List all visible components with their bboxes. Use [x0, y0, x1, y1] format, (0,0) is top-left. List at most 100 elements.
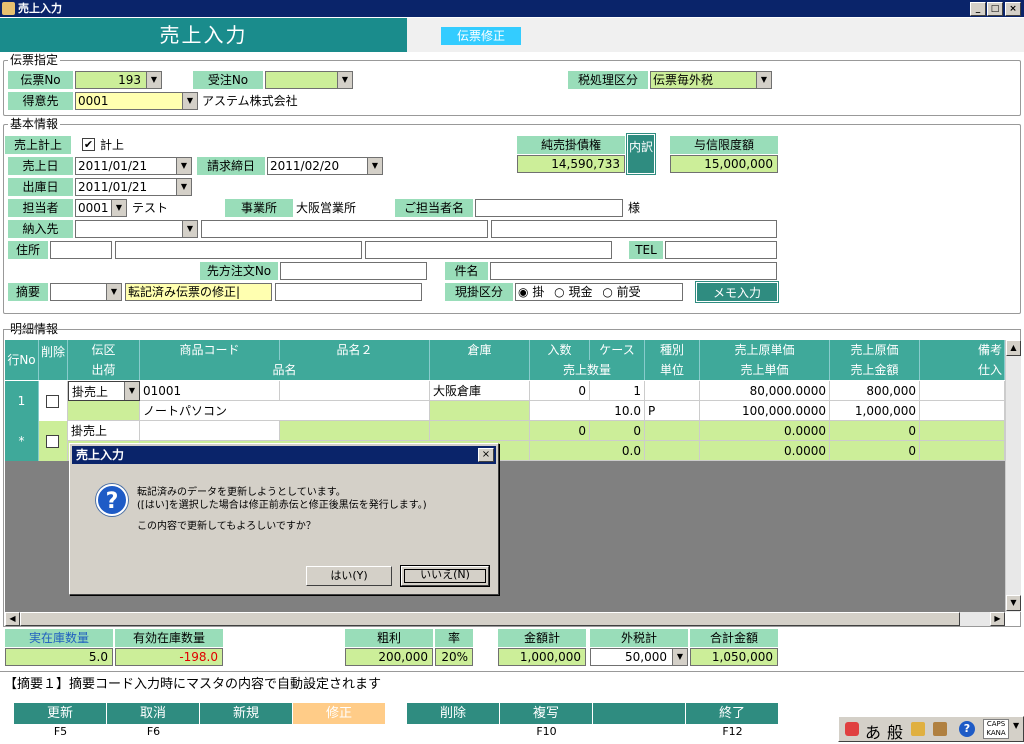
fkey-delete-button[interactable]: 削除: [407, 703, 500, 724]
zip-input[interactable]: [50, 241, 112, 259]
row-new-irisu[interactable]: 0: [530, 421, 590, 441]
row1-denku-select[interactable]: 掛売上 ▼: [68, 381, 140, 401]
chevron-down-icon[interactable]: ▼: [176, 158, 191, 174]
scroll-left-icon[interactable]: ◀: [5, 612, 20, 626]
fkey-new-button[interactable]: 新規: [200, 703, 293, 724]
dialog-close-icon[interactable]: ×: [478, 448, 494, 462]
dialog-no-button[interactable]: いいえ(N): [401, 566, 489, 586]
row-new-soko[interactable]: [430, 421, 530, 441]
ime-logo-icon[interactable]: [845, 722, 859, 736]
scroll-down-icon[interactable]: ▼: [1006, 595, 1021, 611]
ime-mode-general[interactable]: 般: [887, 719, 903, 743]
chevron-down-icon[interactable]: ▼: [367, 158, 382, 174]
row1-irisu[interactable]: 0: [530, 381, 590, 401]
row-new-delete-checkbox[interactable]: [46, 435, 59, 448]
row1-case[interactable]: 1: [590, 381, 645, 401]
fkey-blank-button[interactable]: [593, 703, 686, 724]
minimize-button[interactable]: _: [970, 2, 986, 16]
row1-soko[interactable]: 大阪倉庫: [430, 381, 530, 401]
chevron-down-icon[interactable]: ▼: [672, 649, 687, 665]
ime-tool-icon[interactable]: [933, 722, 947, 736]
row-new-tanka[interactable]: 0.0000: [700, 441, 830, 461]
tax-select[interactable]: 伝票毎外税 ▼: [650, 71, 772, 89]
tekiyo2-input[interactable]: [275, 283, 422, 301]
row-new-genka[interactable]: 0: [830, 421, 920, 441]
nonyu-name-input[interactable]: [201, 220, 488, 238]
denpyo-no-select[interactable]: 193 ▼: [75, 71, 162, 89]
row1-genka[interactable]: 800,000: [830, 381, 920, 401]
seikyu-date-input[interactable]: 2011/02/20 ▼: [267, 157, 383, 175]
row1-name[interactable]: ノートパソコン: [140, 401, 430, 421]
sakikata-input[interactable]: [280, 262, 427, 280]
row-new-shiire[interactable]: [920, 441, 1005, 461]
row-new-kingaku[interactable]: 0: [830, 441, 920, 461]
chevron-down-icon[interactable]: ▼: [146, 72, 161, 88]
scroll-right-icon[interactable]: ▶: [990, 612, 1005, 626]
chevron-down-icon[interactable]: ▼: [182, 221, 197, 237]
row-new-biko[interactable]: [920, 421, 1005, 441]
maximize-button[interactable]: □: [987, 2, 1003, 16]
fkey-copy-button[interactable]: 複写: [500, 703, 593, 724]
shukko-date-input[interactable]: 2011/01/21 ▼: [75, 178, 192, 196]
row1-shubetsu[interactable]: [645, 381, 700, 401]
row-new-qty[interactable]: 0.0: [530, 441, 645, 461]
memo-button[interactable]: メモ入力: [695, 281, 779, 303]
row-new-genka-tanka[interactable]: 0.0000: [700, 421, 830, 441]
nonyu-name2-input[interactable]: [491, 220, 777, 238]
row-new-denku[interactable]: 掛売上: [68, 421, 140, 441]
zei-select[interactable]: 50,000 ▼: [590, 648, 688, 666]
juchu-no-select[interactable]: ▼: [265, 71, 353, 89]
radio-genkin-icon[interactable]: ○: [554, 285, 564, 299]
fkey-cancel-button[interactable]: 取消: [107, 703, 200, 724]
ime-options-icon[interactable]: ▼: [1013, 721, 1019, 730]
ime-help-icon[interactable]: ?: [959, 721, 975, 737]
dialog-yes-button[interactable]: はい(Y): [306, 566, 392, 586]
chevron-down-icon[interactable]: ▼: [182, 93, 197, 109]
scroll-up-icon[interactable]: ▲: [1006, 340, 1021, 356]
tekiyo-select[interactable]: ▼: [50, 283, 122, 301]
row-new-case[interactable]: 0: [590, 421, 645, 441]
close-button[interactable]: ×: [1005, 2, 1021, 16]
row-new-name2[interactable]: [280, 421, 430, 441]
customer-code-select[interactable]: 0001 ▼: [75, 92, 198, 110]
row1-shiire[interactable]: [920, 401, 1005, 421]
chevron-down-icon[interactable]: ▼: [111, 200, 126, 216]
address1-input[interactable]: [115, 241, 362, 259]
fkey-exit-button[interactable]: 終了: [686, 703, 779, 724]
radio-kake-icon[interactable]: ◉: [518, 285, 528, 299]
tel-input[interactable]: [665, 241, 777, 259]
ime-mode-hiragana[interactable]: あ: [865, 719, 881, 743]
gotanto-input[interactable]: [475, 199, 623, 217]
fkey-update-button[interactable]: 更新: [14, 703, 107, 724]
row1-genka-tanka[interactable]: 80,000.0000: [700, 381, 830, 401]
row1-delete-checkbox[interactable]: [46, 395, 59, 408]
row-new-shubetsu[interactable]: [645, 421, 700, 441]
row1-biko[interactable]: [920, 381, 1005, 401]
scroll-thumb[interactable]: [20, 612, 960, 626]
tanto-select[interactable]: 0001 ▼: [75, 199, 127, 217]
tekiyo-input[interactable]: 転記済み伝票の修正|: [125, 283, 272, 301]
fkey-edit-button[interactable]: 修正: [293, 703, 386, 724]
radio-maeuke-icon[interactable]: ○: [602, 285, 612, 299]
chevron-down-icon[interactable]: ▼: [124, 382, 139, 400]
uriage-date-input[interactable]: 2011/01/21 ▼: [75, 157, 192, 175]
keijo-checkbox[interactable]: ✔: [82, 138, 95, 151]
row1-name2[interactable]: [280, 381, 430, 401]
chevron-down-icon[interactable]: ▼: [106, 284, 121, 300]
row1-tanka[interactable]: 100,000.0000: [700, 401, 830, 421]
kenmei-input[interactable]: [490, 262, 777, 280]
chevron-down-icon[interactable]: ▼: [337, 72, 352, 88]
row1-code[interactable]: 01001: [140, 381, 280, 401]
chevron-down-icon[interactable]: ▼: [756, 72, 771, 88]
uchiwake-button[interactable]: 内訳: [626, 133, 656, 175]
row1-kingaku[interactable]: 1,000,000: [830, 401, 920, 421]
nonyu-select[interactable]: ▼: [75, 220, 198, 238]
vertical-scrollbar[interactable]: ▲ ▼: [1005, 340, 1021, 612]
row1-qty[interactable]: 10.0: [530, 401, 645, 421]
ime-pad-icon[interactable]: [911, 722, 925, 736]
address2-input[interactable]: [365, 241, 612, 259]
horizontal-scrollbar[interactable]: ◀ ▶: [5, 612, 1005, 626]
row1-unit[interactable]: P: [645, 401, 700, 421]
row-new-code[interactable]: [140, 421, 280, 441]
row-new-unit[interactable]: [645, 441, 700, 461]
